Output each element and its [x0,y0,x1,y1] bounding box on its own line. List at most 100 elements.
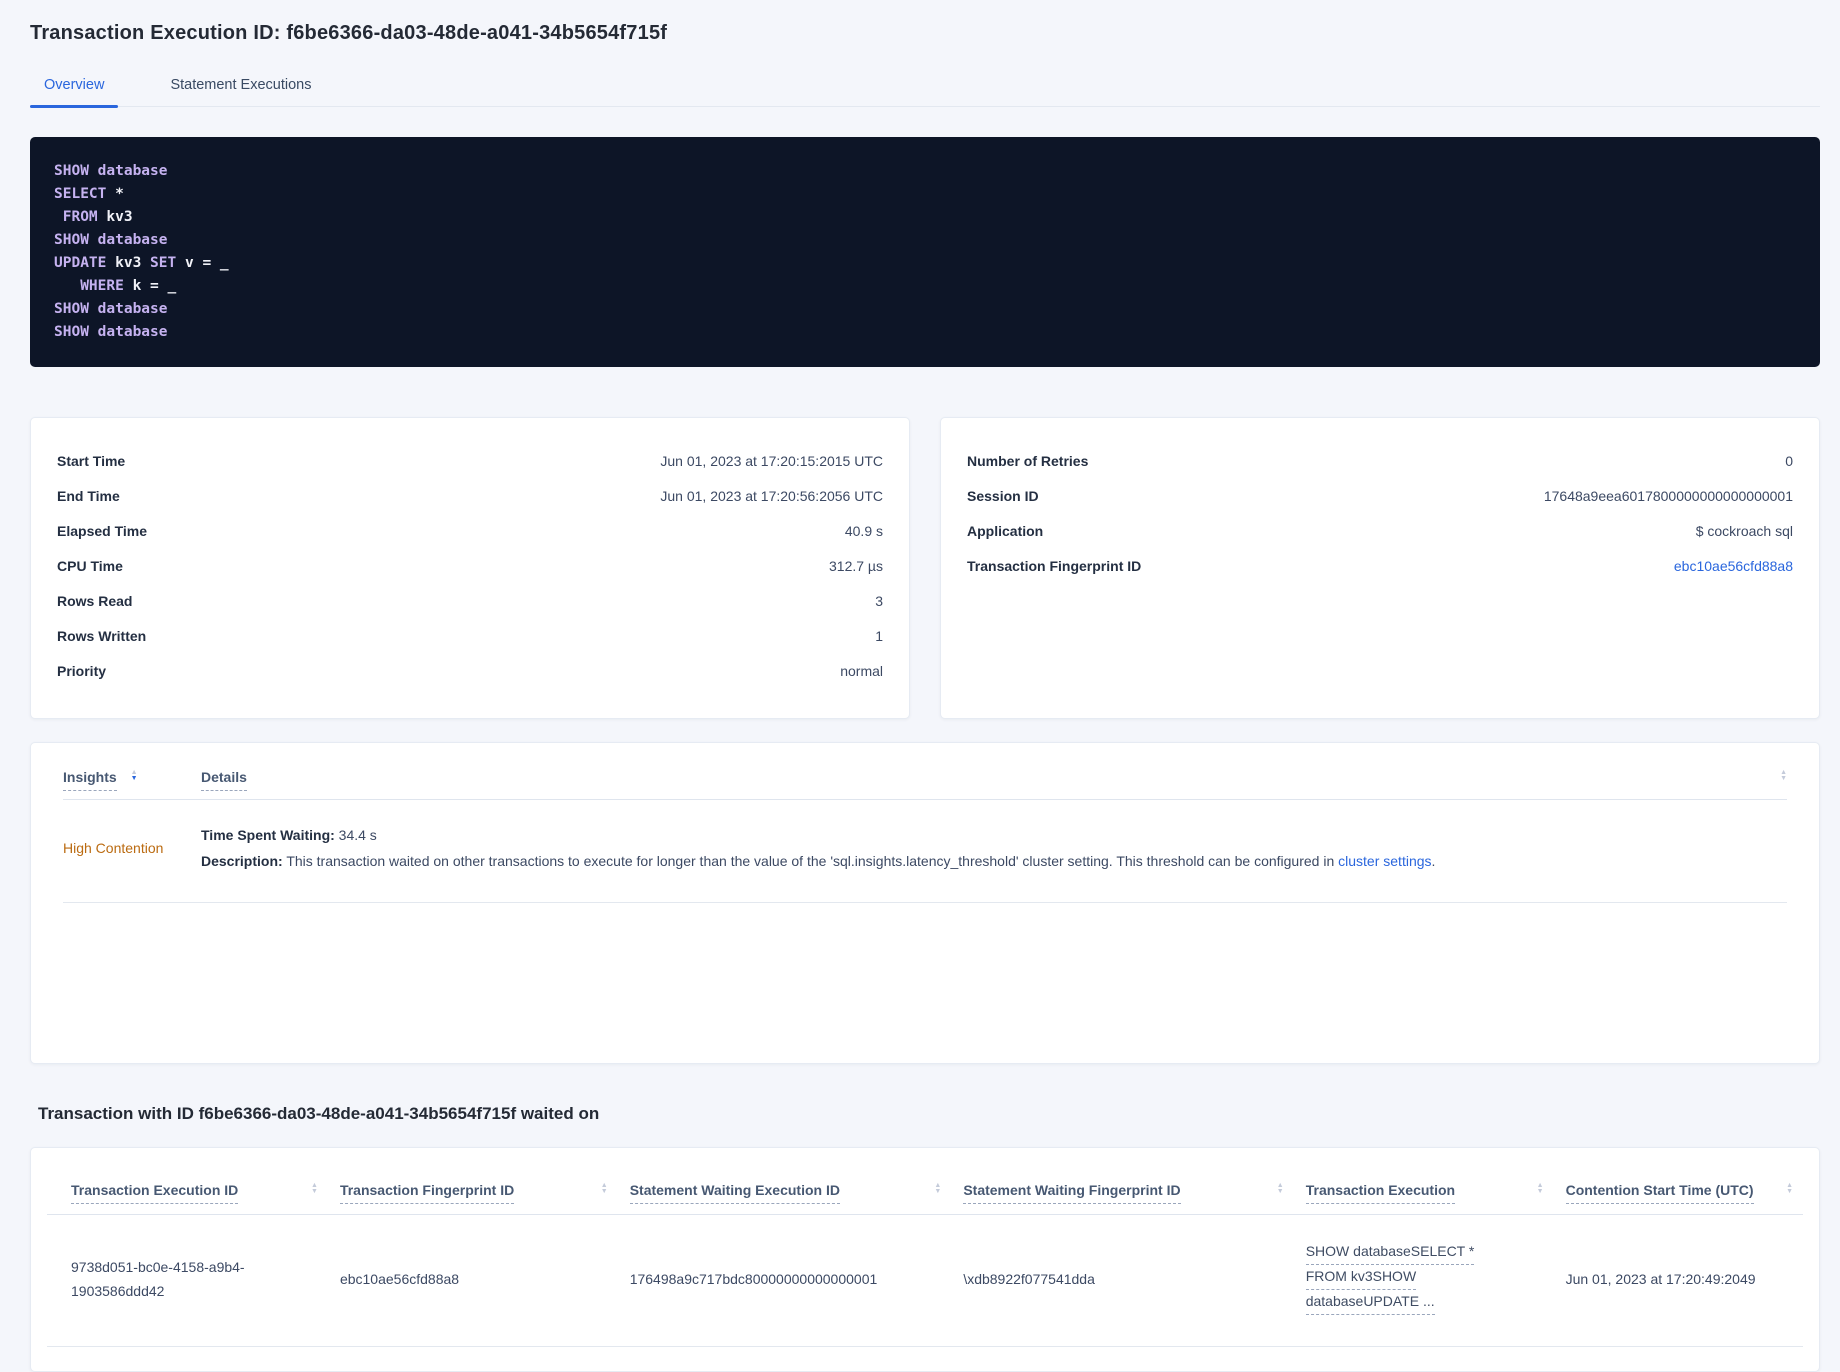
rows-written-label: Rows Written [57,627,147,644]
statement-link[interactable]: FROM kv3SHOW [1305,1266,1417,1290]
col-statement-waiting-fingerprint-id[interactable]: Statement Waiting Fingerprint ID ▲ ▼ [951,1160,1294,1215]
transaction-execution-statement: SHOW databaseSELECT * [1305,1241,1544,1265]
retries-value: 0 [1785,452,1793,469]
waited-on-table-card: Transaction Execution ID ▲ ▼ Transaction … [30,1147,1820,1372]
sort-icon[interactable]: ▲ ▼ [600,1182,608,1195]
summary-row-rows-written: Rows Written 1 [57,618,883,653]
col-statement-waiting-execution-id[interactable]: Statement Waiting Execution ID ▲ ▼ [617,1160,952,1215]
insight-row-high-contention: High Contention Time Spent Waiting: 34.4… [63,800,1787,903]
end-time-label: End Time [57,487,120,504]
cluster-settings-link[interactable]: cluster settings [1338,853,1431,869]
tab-overview[interactable]: Overview [30,69,119,108]
sort-down-icon: ▼ [130,775,138,782]
rows-read-label: Rows Read [57,592,133,609]
summary-row-retries: Number of Retries 0 [967,443,1793,478]
cell-statement-waiting-fingerprint-id: \xdb8922f077541dda [951,1214,1294,1347]
sort-icon[interactable]: ▲ ▼ [1786,1182,1793,1195]
sql-line: UPDATE kv3 SET v = _ [54,255,229,271]
insights-table-header: Insights ▲ ▼ Details ▲ ▼ [63,743,1787,800]
priority-value: normal [840,662,883,679]
sort-down-icon: ▼ [1780,775,1787,782]
start-time-label: Start Time [57,452,126,469]
transaction-execution-statement: FROM kv3SHOW [1305,1266,1544,1290]
rows-written-value: 1 [875,627,883,644]
sort-icon[interactable]: ▲ ▼ [1780,769,1787,782]
priority-label: Priority [57,662,107,679]
insight-type-badge: High Contention [63,840,164,856]
fingerprint-label: Transaction Fingerprint ID [967,557,1142,574]
sort-down-icon: ▼ [1536,1188,1544,1195]
summary-card-timing: Start Time Jun 01, 2023 at 17:20:15:2015… [30,417,910,719]
summary-row-application: Application $ cockroach sql [967,513,1793,548]
summary-row-start-time: Start Time Jun 01, 2023 at 17:20:15:2015… [57,443,883,478]
sort-icon[interactable]: ▲ ▼ [130,769,138,782]
rows-read-value: 3 [875,592,883,609]
summary-card-session: Number of Retries 0 Session ID 17648a9ee… [940,417,1820,719]
col-contention-start-time[interactable]: Contention Start Time (UTC) ▲ ▼ [1553,1160,1803,1215]
sql-line: FROM kv3 [54,209,133,225]
col-transaction-execution-id[interactable]: Transaction Execution ID ▲ ▼ [47,1160,328,1215]
tab-statement-executions[interactable]: Statement Executions [156,69,325,106]
sql-line: SHOW database [54,301,168,317]
retries-label: Number of Retries [967,452,1089,469]
sql-line: SHOW database [54,324,168,340]
cpu-time-value: 312.7 µs [829,557,883,574]
start-time-value: Jun 01, 2023 at 17:20:15:2015 UTC [660,452,883,469]
cell-transaction-execution: SHOW databaseSELECT * FROM kv3SHOW datab… [1293,1214,1554,1347]
table-header-row: Transaction Execution ID ▲ ▼ Transaction … [47,1160,1803,1215]
description-label: Description: [201,853,283,869]
table-row: 9738d051-bc0e-4158-a9b4-1903586ddd42 ebc… [47,1214,1803,1347]
elapsed-time-value: 40.9 s [844,522,883,539]
cell-contention-start-time: Jun 01, 2023 at 17:20:49:2049 [1553,1214,1803,1347]
cpu-time-label: CPU Time [57,557,123,574]
time-spent-waiting: Time Spent Waiting: 34.4 s [201,827,377,843]
transaction-execution-statement: databaseUPDATE ... [1305,1291,1544,1315]
col-transaction-fingerprint-id[interactable]: Transaction Fingerprint ID ▲ ▼ [327,1160,618,1215]
waited-on-heading: Transaction with ID f6be6366-da03-48de-a… [38,1104,600,1123]
sql-line: SHOW database [54,232,168,248]
col-transaction-execution[interactable]: Transaction Execution ▲ ▼ [1293,1160,1554,1215]
summary-cards: Start Time Jun 01, 2023 at 17:20:15:2015… [30,417,1820,719]
details-column-label: Details [201,769,247,791]
sql-line: SELECT * [54,186,124,202]
sort-down-icon: ▼ [934,1188,942,1195]
transaction-details-page: Transaction Execution ID: f6be6366-da03-… [0,0,1840,1372]
summary-row-fingerprint: Transaction Fingerprint ID ebc10ae56cfd8… [967,548,1793,583]
cell-transaction-execution-id: 9738d051-bc0e-4158-a9b4-1903586ddd42 [47,1214,328,1347]
page-title: Transaction Execution ID: f6be6366-da03-… [30,22,668,44]
insights-column-label: Insights [63,769,117,791]
session-id-label: Session ID [967,487,1039,504]
transaction-fingerprint-link[interactable]: ebc10ae56cfd88a8 [1674,558,1793,574]
sql-statements-box: SHOW database SELECT * FROM kv3 SHOW dat… [30,137,1820,367]
summary-row-elapsed-time: Elapsed Time 40.9 s [57,513,883,548]
application-label: Application [967,522,1044,539]
sort-icon[interactable]: ▲ ▼ [1536,1182,1544,1195]
elapsed-time-label: Elapsed Time [57,522,148,539]
summary-row-end-time: End Time Jun 01, 2023 at 17:20:56:2056 U… [57,478,883,513]
session-id-value: 17648a9eea6017800000000000000001 [1543,487,1793,504]
waited-on-table: Transaction Execution ID ▲ ▼ Transaction … [47,1160,1803,1347]
sql-line: WHERE k = _ [54,278,177,294]
time-spent-waiting-label: Time Spent Waiting: [201,827,335,843]
application-value: $ cockroach sql [1695,522,1793,539]
end-time-value: Jun 01, 2023 at 17:20:56:2056 UTC [660,487,883,504]
sort-down-icon: ▼ [311,1188,318,1195]
statement-link[interactable]: databaseUPDATE ... [1305,1291,1435,1315]
summary-row-cpu-time: CPU Time 312.7 µs [57,548,883,583]
sort-down-icon: ▼ [1786,1188,1793,1195]
cell-statement-waiting-execution-id: 176498a9c717bdc80000000000000001 [617,1214,952,1347]
sort-down-icon: ▼ [600,1188,608,1195]
statement-link[interactable]: SHOW databaseSELECT * [1305,1241,1475,1265]
sort-icon[interactable]: ▲ ▼ [1276,1182,1284,1195]
insight-details: Time Spent Waiting: 34.4 s Description: … [201,822,1787,874]
insights-card: Insights ▲ ▼ Details ▲ ▼ High Contention… [30,742,1820,1064]
summary-row-priority: Priority normal [57,653,883,688]
tab-overview-label: Overview [44,77,105,93]
tab-bar: Overview Statement Executions [30,69,1820,108]
sort-icon[interactable]: ▲ ▼ [311,1182,318,1195]
insight-description: Description: This transaction waited on … [201,853,1436,869]
insights-column-header[interactable]: Insights ▲ ▼ [63,769,201,791]
sort-down-icon: ▼ [1276,1188,1284,1195]
cell-transaction-fingerprint-id: ebc10ae56cfd88a8 [327,1214,618,1347]
sort-icon[interactable]: ▲ ▼ [934,1182,942,1195]
